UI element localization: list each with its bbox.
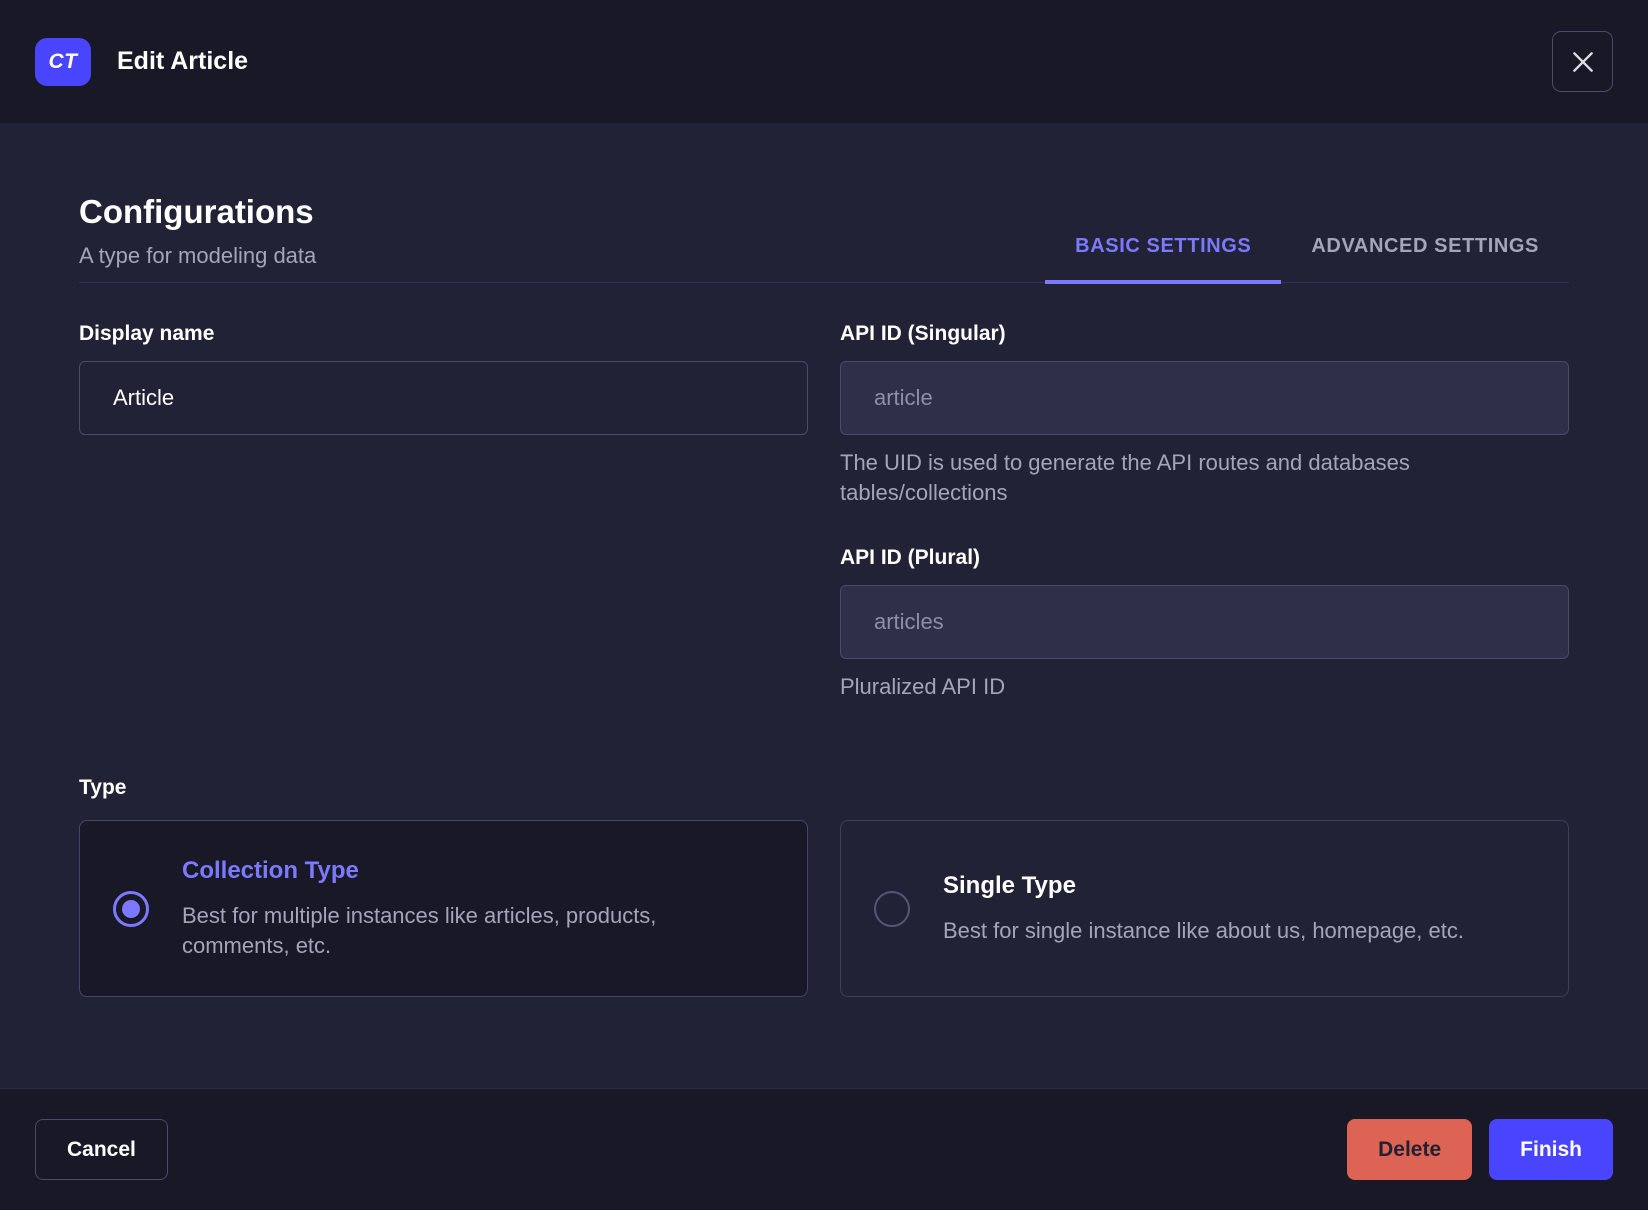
finish-button[interactable]: Finish: [1489, 1119, 1613, 1180]
settings-tabs: BASIC SETTINGS ADVANCED SETTINGS: [1045, 215, 1569, 284]
display-name-input[interactable]: [79, 361, 808, 435]
page-title: Configurations: [79, 193, 314, 230]
api-id-plural-label: API ID (Plural): [840, 546, 981, 569]
api-id-plural-hint: Pluralized API ID: [840, 674, 1006, 699]
collection-type-title: Collection Type: [182, 856, 359, 884]
delete-button[interactable]: Delete: [1347, 1119, 1473, 1180]
close-button[interactable]: [1552, 31, 1613, 92]
tab-basic-settings[interactable]: BASIC SETTINGS: [1045, 215, 1282, 284]
modal-header: CT Edit Article: [0, 0, 1648, 123]
display-name-label: Display name: [79, 322, 215, 345]
display-name-field-block: Display name: [79, 322, 808, 435]
modal-body: Configurations A type for modeling data …: [0, 123, 1648, 1088]
type-option-collection[interactable]: Collection Type Best for multiple instan…: [79, 820, 808, 997]
api-id-column: API ID (Singular) The UID is used to gen…: [840, 322, 1569, 740]
form-grid: Display name API ID (Singular) The UID i…: [79, 322, 1569, 740]
page-subtitle: A type for modeling data: [79, 243, 317, 268]
type-label: Type: [79, 776, 127, 799]
content-type-badge: CT: [35, 37, 91, 86]
section-head: Configurations A type for modeling data …: [79, 193, 1569, 284]
tab-advanced-settings[interactable]: ADVANCED SETTINGS: [1281, 215, 1569, 284]
modal-title: Edit Article: [117, 47, 249, 75]
api-id-plural-block: API ID (Plural) Pluralized API ID: [840, 546, 1569, 702]
api-id-singular-block: API ID (Singular) The UID is used to gen…: [840, 322, 1569, 508]
cancel-button[interactable]: Cancel: [35, 1119, 168, 1180]
single-type-title: Single Type: [943, 871, 1076, 899]
edit-content-type-modal: CT Edit Article Configurations A type fo…: [0, 0, 1648, 1210]
radio-collection-type[interactable]: [113, 890, 149, 927]
api-id-singular-label: API ID (Singular): [840, 322, 1006, 345]
collection-type-description: Best for multiple instances like article…: [182, 902, 657, 958]
api-id-singular-hint: The UID is used to generate the API rout…: [840, 450, 1410, 505]
type-option-single[interactable]: Single Type Best for single instance lik…: [840, 820, 1569, 997]
type-section: Type Collection Type Best for multiple i…: [79, 776, 1569, 997]
modal-footer: Cancel Delete Finish: [0, 1088, 1648, 1210]
single-type-description: Best for single instance like about us, …: [943, 917, 1464, 943]
radio-single-type[interactable]: [874, 890, 910, 927]
close-icon: [1570, 49, 1596, 75]
api-id-singular-input: [840, 361, 1569, 435]
api-id-plural-input: [840, 585, 1569, 659]
